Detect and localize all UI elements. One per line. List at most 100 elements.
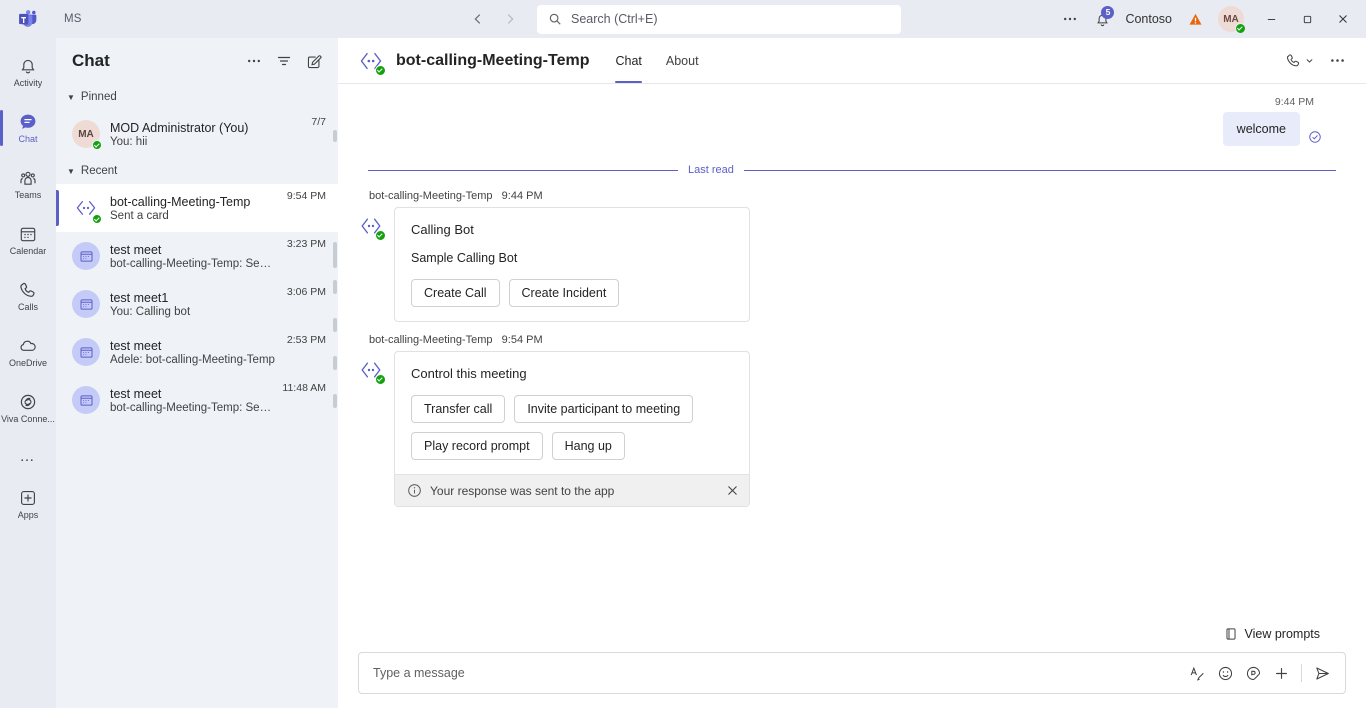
group-label: Pinned <box>80 91 117 103</box>
format-icon[interactable] <box>1184 660 1210 686</box>
list-item-time: 3:06 PM <box>286 286 326 298</box>
sidebar-item-apps[interactable]: Apps <box>0 476 56 532</box>
group-label: Recent <box>80 165 118 177</box>
card-content: Control this meeting Transfer call Invit… <box>395 352 749 474</box>
message-compose-box[interactable]: Type a message <box>358 652 1346 694</box>
close-icon[interactable] <box>726 484 739 497</box>
list-item-text: test meet1 You: Calling bot <box>110 291 277 318</box>
list-item[interactable]: test meet Adele: bot-calling-Meeting-Tem… <box>56 328 338 376</box>
prompts-book-icon <box>1224 627 1238 641</box>
sidebar-item-teams[interactable]: Teams <box>0 156 56 212</box>
list-item-title: test meet <box>110 242 162 257</box>
meeting-icon <box>80 298 92 310</box>
meeting-icon <box>80 394 92 406</box>
more-options-icon[interactable] <box>1055 5 1085 33</box>
card-actions: Create Call Create Incident <box>411 279 733 307</box>
list-item[interactable]: test meet bot-calling-Meeting-Temp: Sent… <box>56 232 338 280</box>
list-item[interactable]: bot-calling-Meeting-Temp Sent a card 9:5… <box>56 184 338 232</box>
send-icon[interactable] <box>1309 660 1335 686</box>
meeting-icon <box>80 250 92 262</box>
create-incident-button[interactable]: Create Incident <box>508 279 620 307</box>
sidebar-item-calendar[interactable]: Calendar <box>0 212 56 268</box>
teams-window: MS Search (Ctrl+E) 5 Contoso MA Activity… <box>0 0 1366 708</box>
message-sender: bot-calling-Meeting-Temp <box>369 190 493 202</box>
avatar <box>72 194 102 224</box>
invite-participant-button[interactable]: Invite participant to meeting <box>514 395 694 423</box>
avatar: MA <box>72 120 102 150</box>
incoming-message: bot-calling-Meeting-Temp 9:44 PM Calling… <box>358 190 1346 322</box>
list-item-text: MOD Administrator (You) You: hii <box>110 121 301 148</box>
list-item-title: test meet1 <box>110 290 169 305</box>
tab-chat[interactable]: Chat <box>605 38 651 83</box>
plus-icon[interactable] <box>1268 660 1294 686</box>
transfer-call-button[interactable]: Transfer call <box>411 395 506 423</box>
chat-tabs: Chat About <box>605 38 708 83</box>
warning-icon[interactable] <box>1180 5 1210 33</box>
sticker-icon[interactable] <box>1240 660 1266 686</box>
create-call-button[interactable]: Create Call <box>411 279 500 307</box>
avatar <box>358 48 386 76</box>
sidebar-item-activity[interactable]: Activity <box>0 44 56 100</box>
emoji-icon[interactable] <box>1212 660 1238 686</box>
list-item[interactable]: test meet bot-calling-Meeting-Temp: Sent… <box>56 376 338 424</box>
cloud-icon <box>18 336 38 356</box>
chat-more-options-button[interactable] <box>1322 46 1352 76</box>
rail-more-icon[interactable]: … <box>0 436 56 476</box>
call-button[interactable] <box>1281 46 1318 76</box>
avatar <box>72 386 100 414</box>
group-header-pinned[interactable]: ▼ Pinned <box>56 84 338 110</box>
notifications-bell-icon[interactable]: 5 <box>1087 5 1117 33</box>
sidebar-item-onedrive[interactable]: OneDrive <box>0 324 56 380</box>
divider-label: Last read <box>688 164 734 176</box>
phone-icon <box>18 280 38 300</box>
list-item-preview: Adele: bot-calling-Meeting-Temp <box>110 353 275 366</box>
presence-available-badge <box>92 140 102 150</box>
chat-list-more-icon[interactable] <box>240 47 268 75</box>
compose-area: View prompts Type a message <box>338 624 1366 708</box>
sidebar-item-calls[interactable]: Calls <box>0 268 56 324</box>
tab-label: Chat <box>615 53 642 68</box>
forward-arrow-icon[interactable] <box>497 6 523 32</box>
play-record-prompt-button[interactable]: Play record prompt <box>411 432 543 460</box>
new-chat-icon[interactable] <box>300 47 328 75</box>
chat-list-scrollbar[interactable] <box>333 130 337 708</box>
hang-up-button[interactable]: Hang up <box>551 432 625 460</box>
search-input[interactable]: Search (Ctrl+E) <box>537 4 901 34</box>
list-item[interactable]: MA MOD Administrator (You) You: hii 7/7 <box>56 110 338 158</box>
tab-label: About <box>665 53 699 68</box>
presence-available-badge <box>375 64 386 76</box>
list-item-time: 2:53 PM <box>286 334 326 346</box>
message-thread: 9:44 PM welcome Last read bot-calling-Me… <box>338 84 1366 624</box>
list-item[interactable]: test meet1 You: Calling bot 3:06 PM <box>56 280 338 328</box>
tab-about[interactable]: About <box>656 38 709 83</box>
message-bubble: welcome <box>1222 112 1300 146</box>
user-avatar[interactable]: MA <box>1218 6 1246 34</box>
list-item-preview: You: hii <box>110 135 148 148</box>
chevron-down-icon: ▼ <box>67 166 75 176</box>
sidebar-item-label: Activity <box>13 77 43 88</box>
back-arrow-icon[interactable] <box>465 6 491 32</box>
view-prompts-button[interactable]: View prompts <box>1218 624 1327 644</box>
filter-icon[interactable] <box>270 47 298 75</box>
compose-divider <box>1301 664 1302 682</box>
navigation-arrows <box>465 6 523 32</box>
avatar <box>72 290 100 318</box>
presence-available-badge <box>92 214 102 224</box>
sidebar-item-viva-connections[interactable]: Viva Conne... <box>0 380 56 436</box>
search-placeholder: Search (Ctrl+E) <box>571 12 658 26</box>
view-prompts-label: View prompts <box>1244 627 1321 641</box>
more-options-icon <box>1330 59 1344 62</box>
message-input-placeholder[interactable]: Type a message <box>373 666 1182 680</box>
message-sender: bot-calling-Meeting-Temp <box>369 334 493 346</box>
message-timestamp: 9:44 PM <box>501 190 543 202</box>
outgoing-message: 9:44 PM welcome <box>358 96 1346 146</box>
sidebar-item-chat[interactable]: Chat <box>0 100 56 156</box>
viva-icon <box>18 392 38 412</box>
list-item-text: test meet Adele: bot-calling-Meeting-Tem… <box>110 339 277 366</box>
chat-list-header: Chat <box>56 38 338 84</box>
group-header-recent[interactable]: ▼ Recent <box>56 158 338 184</box>
avatar <box>358 357 386 385</box>
list-item-preview: bot-calling-Meeting-Temp: Sent a card <box>110 401 272 414</box>
list-item-title: bot-calling-Meeting-Temp <box>110 194 251 209</box>
sidebar-item-label: Chat <box>18 133 38 144</box>
